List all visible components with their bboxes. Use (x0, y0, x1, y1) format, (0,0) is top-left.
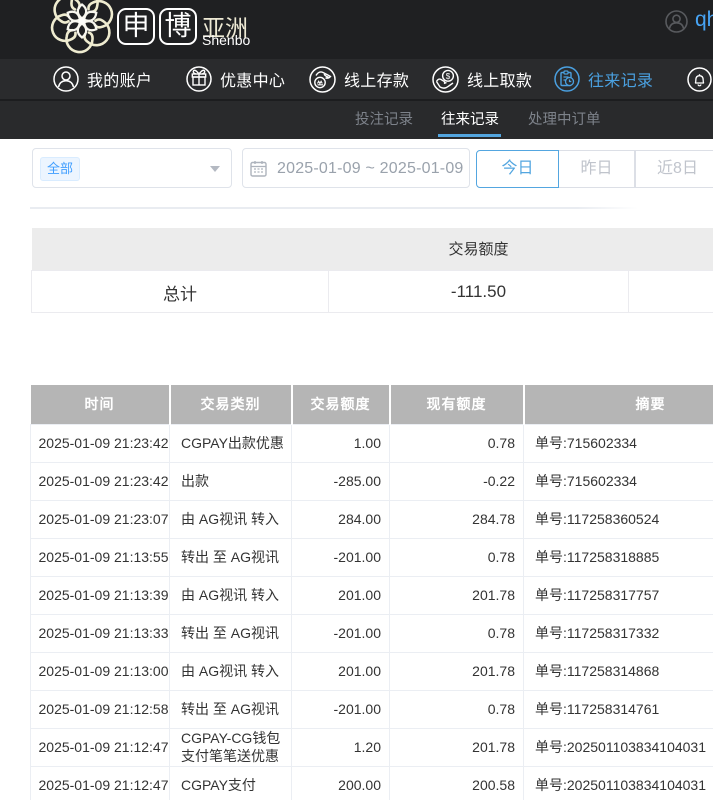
svg-text:$: $ (446, 72, 451, 81)
